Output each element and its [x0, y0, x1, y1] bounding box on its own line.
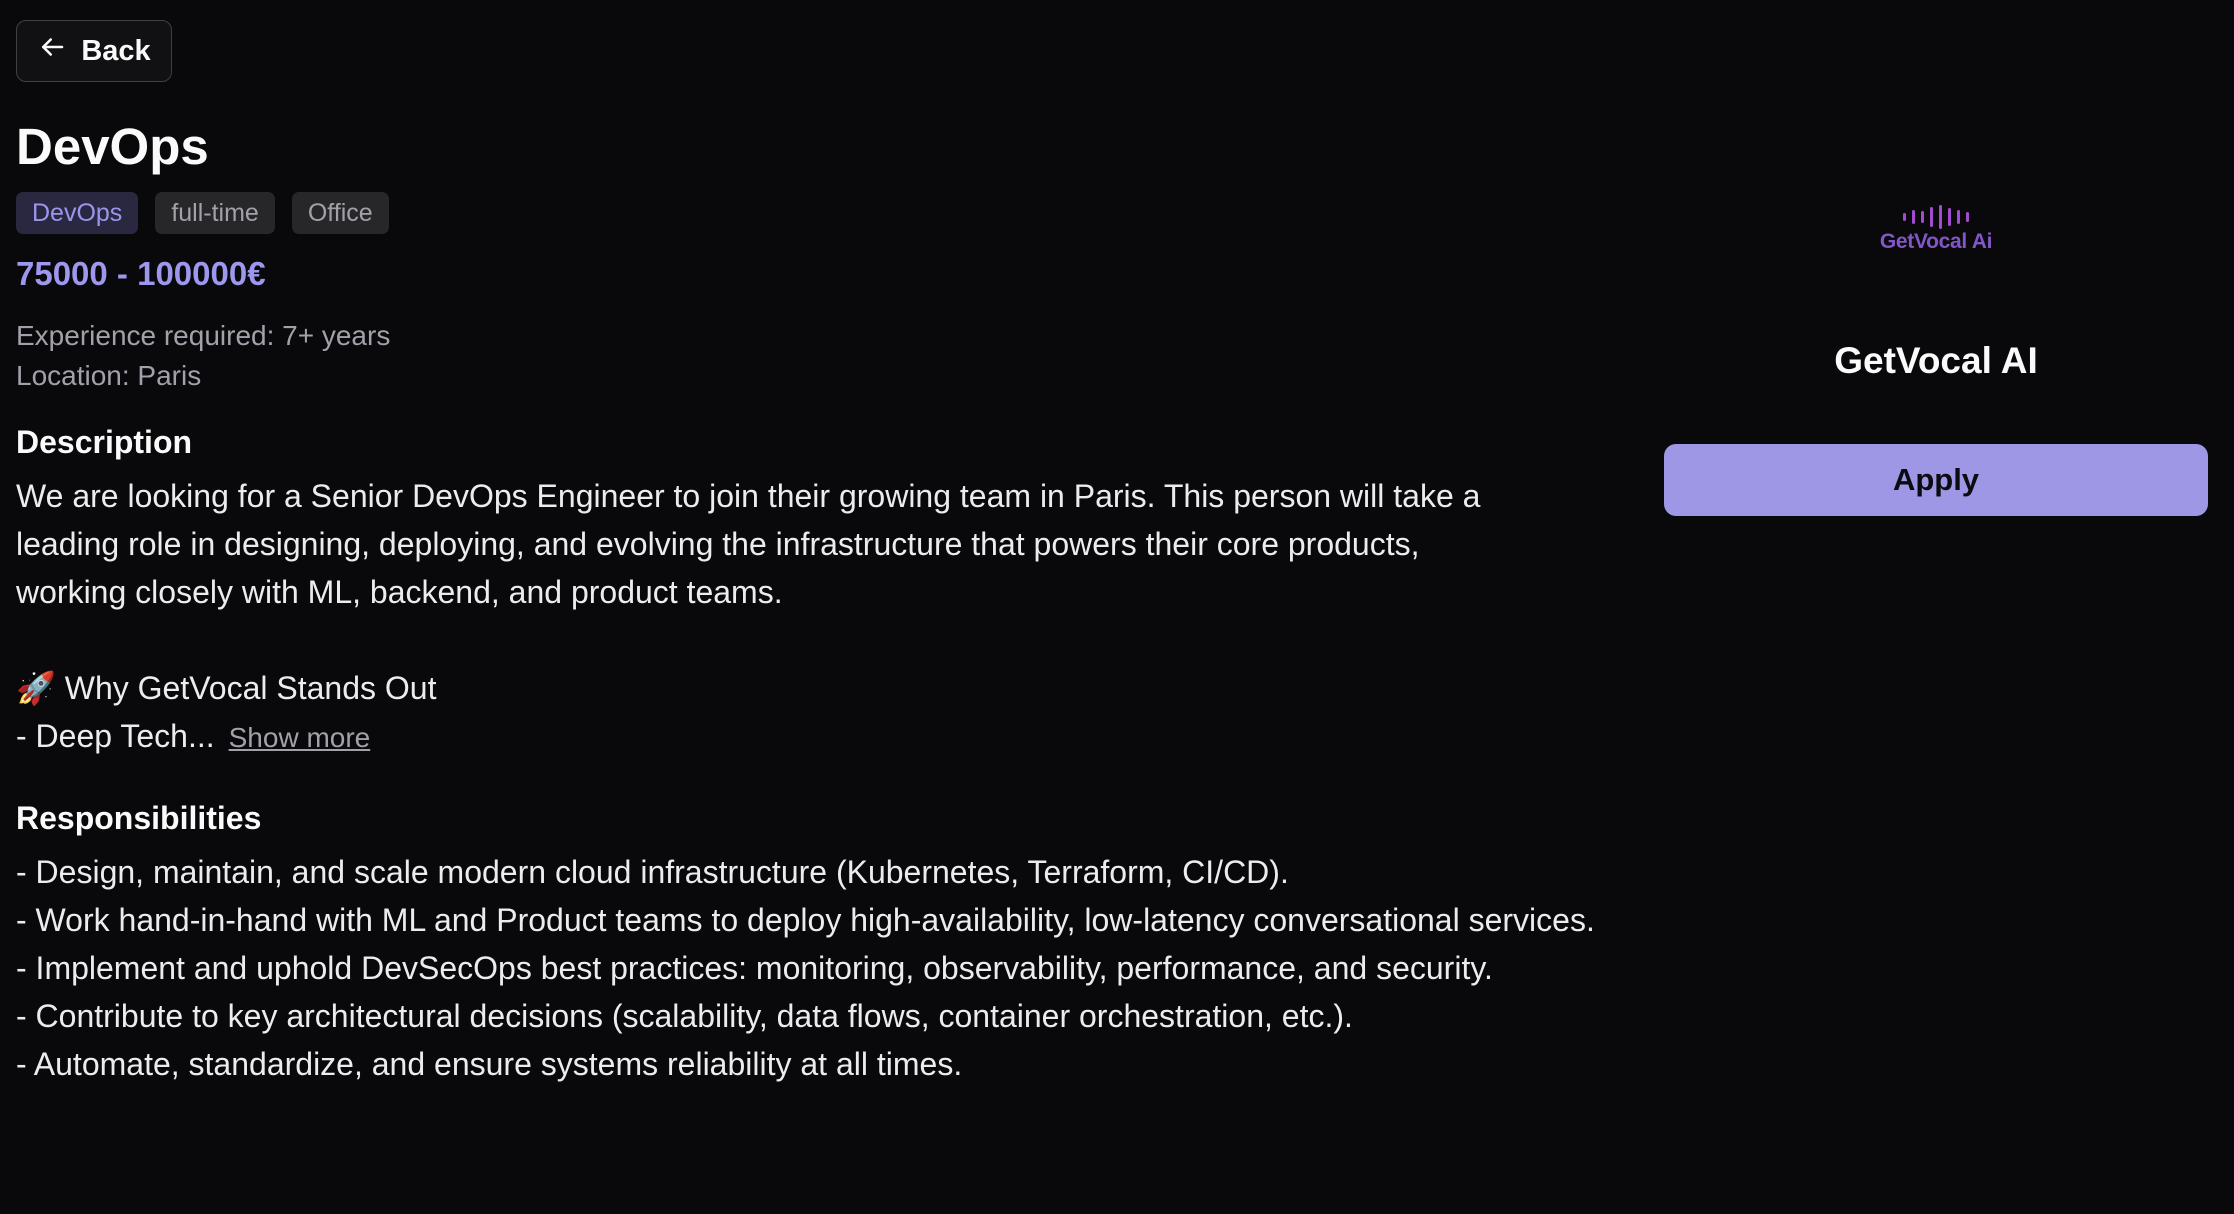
arrow-left-icon — [37, 32, 67, 70]
experience-required: Experience required: 7+ years — [16, 320, 391, 351]
responsibility-item: - Contribute to key architectural decisi… — [16, 998, 1353, 1034]
teaser-snippet-row: - Deep Tech... Show more — [16, 712, 1596, 762]
responsibility-item: - Design, maintain, and scale modern clo… — [16, 854, 1289, 890]
back-button-label: Back — [81, 34, 151, 67]
tag-contract: full-time — [155, 192, 275, 234]
job-location: Location: Paris — [16, 360, 202, 391]
teaser-snippet: - Deep Tech... — [16, 718, 215, 754]
waveform-icon — [1870, 204, 2002, 230]
company-name: GetVocal AI — [1834, 340, 2038, 381]
tag-workplace: Office — [291, 192, 389, 234]
description-heading: Description — [16, 424, 193, 460]
teaser-headline: 🚀 Why GetVocal Stands Out — [16, 670, 437, 706]
responsibilities-heading: Responsibilities — [16, 800, 262, 836]
description-text: We are looking for a Senior DevOps Engin… — [16, 478, 1481, 610]
job-details: DevOps DevOps full-time Office 75000 - 1… — [16, 115, 1596, 1120]
responsibility-item: - Work hand-in-hand with ML and Product … — [16, 902, 1595, 938]
salary-range: 75000 - 100000€ — [16, 255, 266, 292]
responsibilities-list: - Design, maintain, and scale modern clo… — [16, 848, 1596, 1088]
job-meta: Experience required: 7+ years Location: … — [16, 316, 1596, 396]
company-logo-text: GetVocal Ai — [1879, 230, 1993, 253]
job-tags: DevOps full-time Office — [16, 192, 1596, 234]
job-title: DevOps — [16, 118, 209, 175]
company-logo: GetVocal Ai — [1870, 204, 2002, 260]
tag-category: DevOps — [16, 192, 139, 234]
responsibility-item: - Automate, standardize, and ensure syst… — [16, 1046, 963, 1082]
back-button[interactable]: Back — [16, 20, 172, 82]
description-teaser: 🚀 Why GetVocal Stands Out - Deep Tech...… — [16, 664, 1596, 762]
responsibility-item: - Implement and uphold DevSecOps best pr… — [16, 950, 1493, 986]
apply-button[interactable]: Apply — [1664, 444, 2208, 516]
show-more-link[interactable]: Show more — [229, 722, 371, 753]
